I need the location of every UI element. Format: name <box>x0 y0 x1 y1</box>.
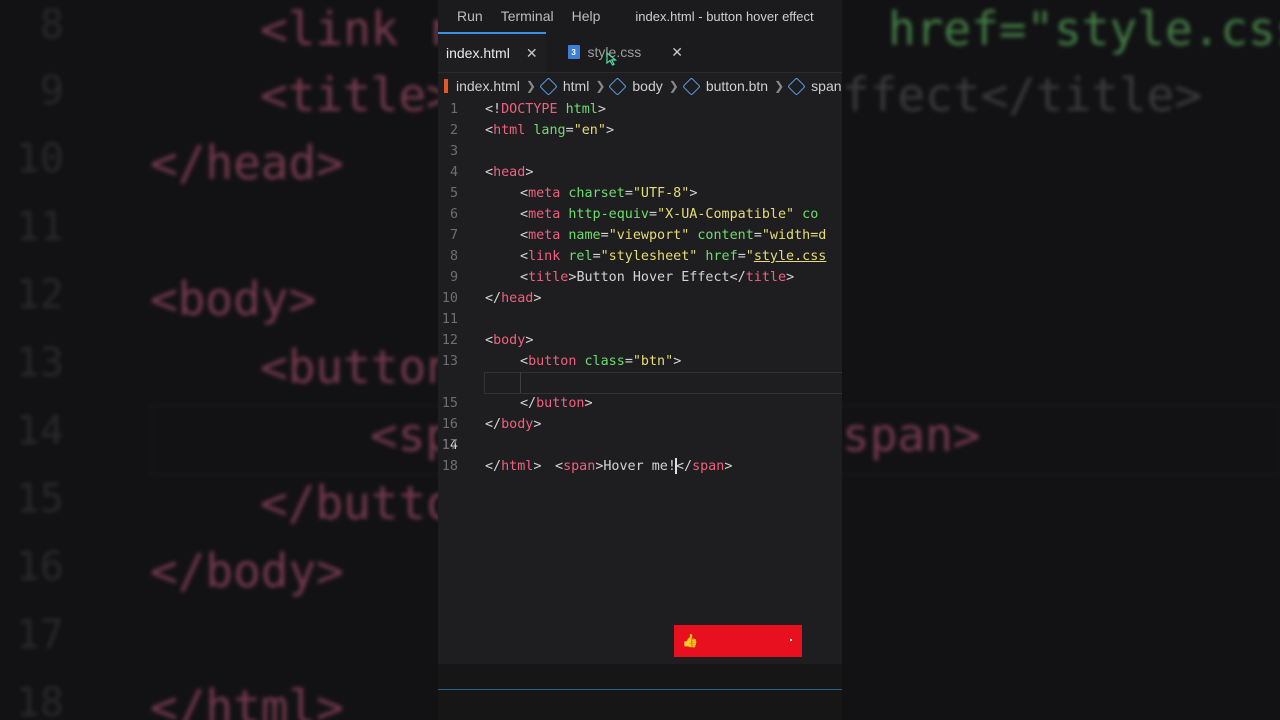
code-line-current: 14 <span>Hover me!</span> <box>438 372 842 474</box>
code-line: 11 <box>441 312 458 327</box>
chevron-right-icon: ❯ <box>525 79 536 93</box>
progress-line <box>438 689 842 690</box>
chevron-right-icon: ❯ <box>774 79 785 93</box>
dot-icon <box>790 639 792 641</box>
code-line: 15 </button> <box>441 396 593 411</box>
html-file-icon <box>444 79 448 93</box>
breadcrumb-item-button[interactable]: button.btn <box>682 76 768 96</box>
menu-terminal[interactable]: Terminal <box>492 8 563 24</box>
menu-bar: Run Terminal Help index.html - button ho… <box>438 0 842 32</box>
menu-help[interactable]: Help <box>563 8 610 24</box>
code-line: 17 <box>441 438 458 453</box>
code-line: 3 <box>449 144 458 159</box>
status-area <box>438 664 842 720</box>
code-line: 13 <button class="btn"> <box>441 354 682 369</box>
breadcrumb-item-span[interactable]: span <box>787 76 842 96</box>
element-icon <box>682 76 701 96</box>
indent-guide <box>520 372 521 393</box>
css-icon: 3 <box>567 45 580 59</box>
close-icon[interactable]: ✕ <box>526 45 538 62</box>
breadcrumb-item-file[interactable]: index.html <box>444 78 520 94</box>
element-icon <box>539 76 558 96</box>
code-line: 12 <body> <box>441 333 534 348</box>
tab-style-css[interactable]: 3 style.css ✕ <box>560 32 691 72</box>
mouse-cursor-icon <box>606 52 618 66</box>
code-line: 6 <meta http-equiv="X-UA-Compatible" co <box>449 207 819 222</box>
breadcrumb-item-body[interactable]: body <box>608 76 663 96</box>
code-line: 10 </head> <box>441 291 542 306</box>
close-icon[interactable]: ✕ <box>671 44 683 61</box>
like-subscribe-button[interactable]: 👍 <box>674 625 802 657</box>
code-line: 7 <meta name="viewport" content="width=d <box>449 228 827 243</box>
chevron-right-icon: ❯ <box>595 79 606 93</box>
breadcrumb: index.html ❯ html ❯ body ❯ button.btn ❯ … <box>438 73 842 99</box>
code-line: 18 </html> <box>441 459 542 474</box>
editor-window: Run Terminal Help index.html - button ho… <box>438 0 842 720</box>
code-line: 1 <!DOCTYPE html> <box>449 102 606 117</box>
tab-index-html[interactable]: index.html ✕ <box>438 32 546 72</box>
element-icon <box>608 76 628 96</box>
element-icon <box>787 76 806 96</box>
menu-run[interactable]: Run <box>438 8 492 24</box>
tab-bar: index.html ✕ 3 style.css ✕ <box>438 32 842 73</box>
code-line: 5 <meta charset="UTF-8"> <box>449 186 698 201</box>
code-line: 2 <html lang="en"> <box>449 123 614 138</box>
code-line: 8 <link rel="stylesheet" href="style.css <box>449 249 827 264</box>
chevron-right-icon: ❯ <box>668 79 679 93</box>
code-line: 4 <head> <box>449 165 534 180</box>
tab-label: index.html <box>446 45 510 61</box>
thumbs-up-icon: 👍 <box>682 633 699 648</box>
breadcrumb-item-html[interactable]: html <box>539 76 589 96</box>
code-line: 9 <title>Button Hover Effect</title> <box>449 270 795 285</box>
current-line-highlight <box>484 372 842 394</box>
window-title: index.html - button hover effect <box>635 8 814 24</box>
code-line: 16 </body> <box>441 417 542 432</box>
